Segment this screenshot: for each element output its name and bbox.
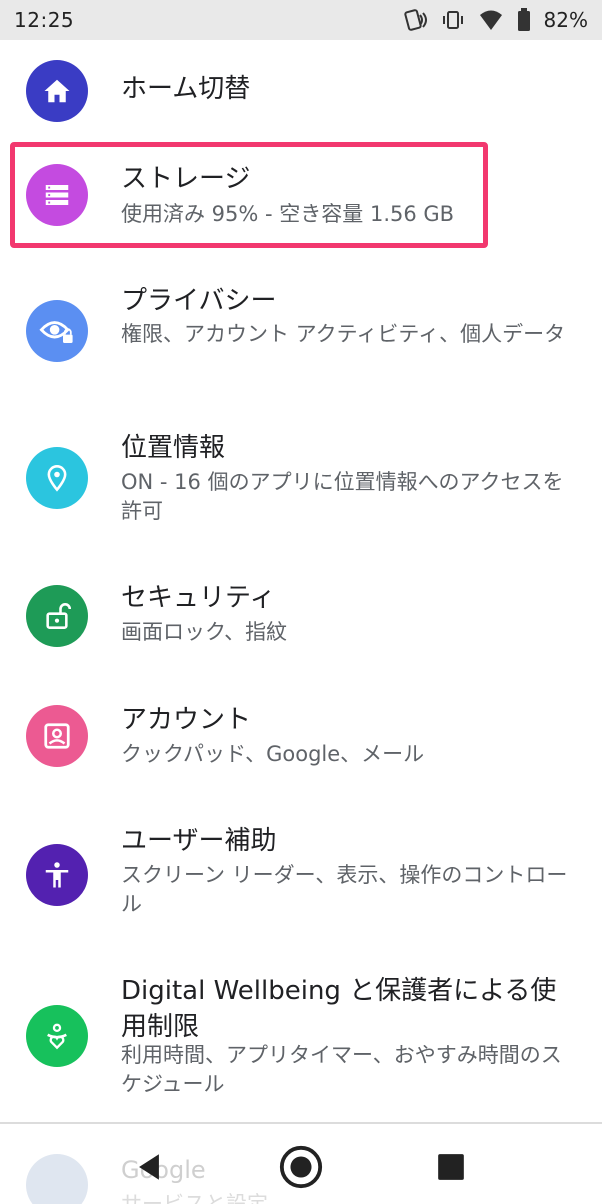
settings-item-summary: クックパッド、Google、メール: [121, 742, 425, 766]
home-icon: [26, 60, 88, 122]
settings-item-summary: ON - 16 個のアプリに位置情報へのアクセスを許可: [121, 470, 564, 523]
nfc-icon: [402, 7, 428, 33]
wifi-icon: [478, 7, 504, 33]
account-icon: [26, 705, 88, 767]
status-icons: 82%: [402, 7, 588, 33]
status-time: 12:25: [14, 8, 75, 32]
vibrate-icon: [440, 7, 466, 33]
settings-item-summary: 画面ロック、指紋: [121, 620, 288, 644]
navigation-bar: [0, 1124, 602, 1204]
accessibility-icon: [26, 844, 88, 906]
home-icon[interactable]: [278, 1144, 324, 1190]
settings-item-summary: 使用済み 95% - 空き容量 1.56 GB: [121, 202, 455, 226]
settings-item-home[interactable]: ホーム切替: [0, 40, 602, 140]
settings-item-storage[interactable]: ストレージ 使用済み 95% - 空き容量 1.56 GB: [0, 140, 602, 250]
lock-icon: [26, 585, 88, 647]
battery-percentage: 82%: [543, 8, 588, 32]
settings-item-title: ストレージ: [121, 164, 251, 194]
settings-item-summary: 利用時間、アプリタイマー、おやすみ時間のスケジュール: [121, 1043, 562, 1096]
settings-item-title: セキュリティ: [121, 583, 276, 613]
settings-item-title: ユーザー補助: [121, 826, 277, 856]
settings-item-security[interactable]: セキュリティ 画面ロック、指紋: [0, 565, 602, 675]
status-bar: 12:25 82%: [0, 0, 602, 40]
battery-icon: [516, 7, 532, 33]
storage-icon: [26, 164, 88, 226]
settings-item-title: ホーム切替: [121, 74, 251, 104]
settings-item-title: アカウント: [121, 705, 252, 735]
settings-item-account[interactable]: アカウント クックパッド、Google、メール: [0, 687, 602, 797]
settings-item-summary: 権限、アカウント アクティビティ、個人データ: [121, 322, 566, 346]
settings-item-privacy[interactable]: プライバシー 権限、アカウント アクティビティ、個人データ: [0, 270, 602, 395]
settings-item-digital-wellbeing[interactable]: Digital Wellbeing と保護者による使用制限 利用時間、アプリタイ…: [0, 965, 602, 1120]
settings-item-title: プライバシー: [121, 286, 277, 316]
wellbeing-icon: [26, 1005, 88, 1067]
settings-item-title: 位置情報: [121, 433, 226, 463]
recents-icon[interactable]: [428, 1144, 474, 1190]
privacy-icon: [26, 300, 88, 362]
settings-item-location[interactable]: 位置情報 ON - 16 個のアプリに位置情報へのアクセスを許可: [0, 415, 602, 545]
settings-item-title: Digital Wellbeing と保護者による使用制限: [121, 976, 557, 1042]
settings-item-accessibility[interactable]: ユーザー補助 スクリーン リーダー、表示、操作のコントロール: [0, 808, 602, 943]
settings-item-summary: スクリーン リーダー、表示、操作のコントロール: [121, 863, 568, 916]
back-icon[interactable]: [126, 1144, 172, 1190]
location-icon: [26, 447, 88, 509]
